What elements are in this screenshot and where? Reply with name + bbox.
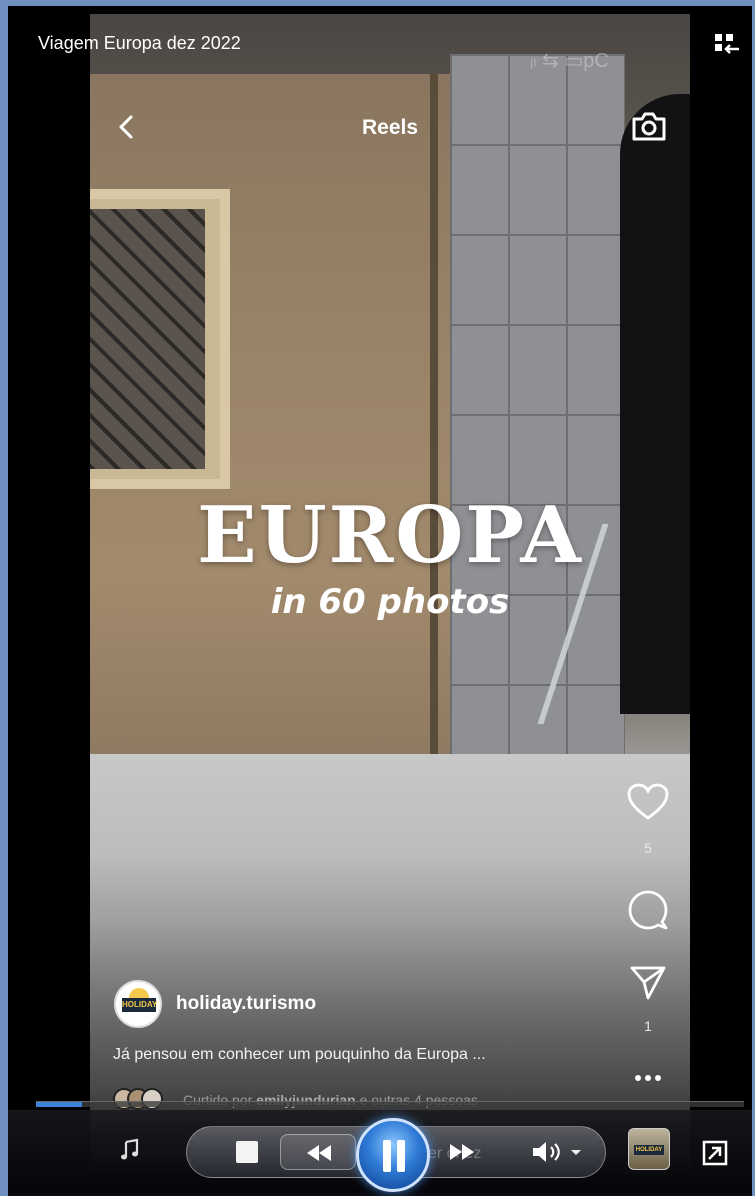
- window-title: Viagem Europa dez 2022: [38, 33, 241, 53]
- avatar-logo-text: HOLIDAY: [122, 998, 157, 1012]
- post-caption[interactable]: Já pensou em conhecer um pouquinho da Eu…: [113, 1046, 486, 1064]
- speaker-icon: [533, 1142, 560, 1162]
- volume-button[interactable]: [530, 1136, 566, 1168]
- author-name[interactable]: holiday.turismo: [176, 993, 316, 1015]
- thumbnail-logo-text: HOLIDAY: [634, 1145, 664, 1155]
- switch-to-library-icon[interactable]: [712, 30, 742, 60]
- comment-icon: [628, 890, 668, 930]
- chevron-down-icon[interactable]: [566, 1142, 586, 1162]
- like-button[interactable]: [620, 782, 676, 827]
- previous-button[interactable]: [280, 1134, 356, 1170]
- more-options-button[interactable]: [620, 1070, 676, 1088]
- seek-progress: [36, 1102, 82, 1107]
- scene-window-grille: [90, 209, 205, 469]
- subline-text: in 60 photos: [270, 582, 510, 622]
- scene-window: [90, 189, 230, 489]
- scene-pipe: [430, 74, 438, 794]
- camera-icon[interactable]: [630, 108, 668, 144]
- pause-button[interactable]: [356, 1118, 430, 1192]
- music-note-icon[interactable]: [120, 1138, 140, 1162]
- status-indicators: ᵢₗ ⇆ ▭pC: [530, 50, 609, 72]
- next-button[interactable]: [436, 1134, 516, 1170]
- author-avatar[interactable]: HOLIDAY: [114, 980, 162, 1028]
- headline-text: EUROPA: [197, 490, 583, 581]
- share-button[interactable]: [620, 962, 676, 1007]
- seek-bar[interactable]: [36, 1101, 744, 1107]
- comment-button[interactable]: [620, 888, 676, 937]
- player-controls: er onez HOLIDAY: [8, 1110, 752, 1196]
- page-title: Reels: [361, 116, 419, 139]
- pause-icon: [383, 1140, 405, 1172]
- now-playing-thumbnail[interactable]: HOLIDAY: [628, 1128, 670, 1170]
- more-icon: [635, 1075, 661, 1081]
- stop-button[interactable]: [236, 1141, 258, 1163]
- like-count: 5: [644, 840, 652, 856]
- expand-icon[interactable]: [702, 1140, 728, 1166]
- heart-icon: [627, 783, 669, 820]
- share-count: 1: [644, 1018, 652, 1034]
- back-icon[interactable]: [112, 112, 142, 142]
- fast-forward-icon: [450, 1144, 474, 1160]
- rewind-icon: [307, 1145, 331, 1161]
- send-icon: [630, 966, 666, 1000]
